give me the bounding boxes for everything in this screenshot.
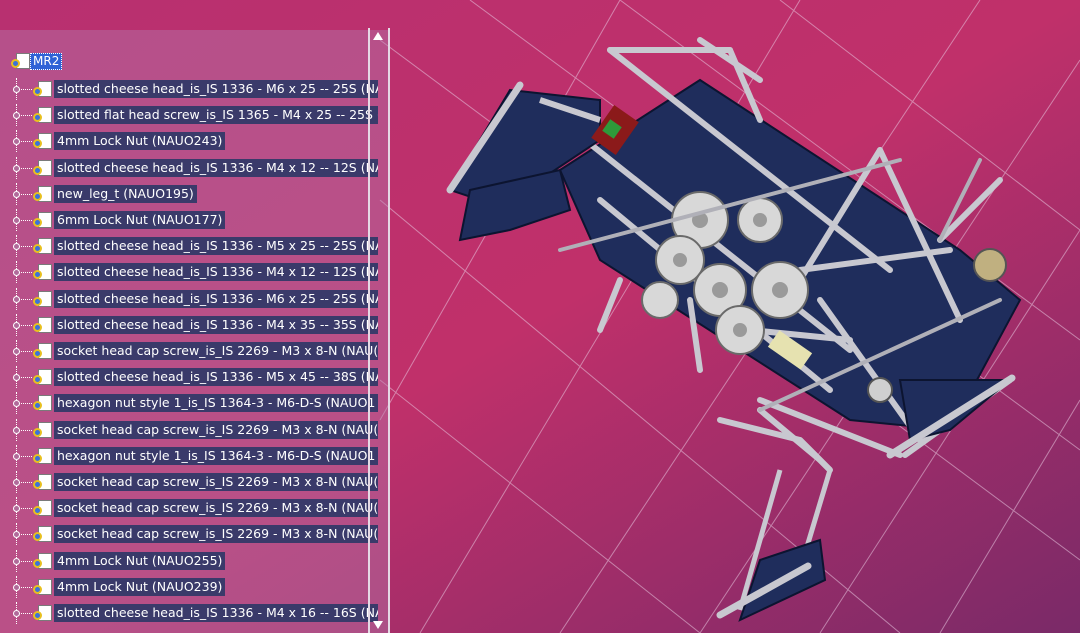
tree-item[interactable]: socket head cap screw_is_IS 2269 - M3 x …: [10, 340, 378, 362]
tree-branch-connector: [10, 183, 32, 205]
tree-item[interactable]: 6mm Lock Nut (NAUO177): [10, 209, 226, 231]
tree-item[interactable]: socket head cap screw_is_IS 2269 - M3 x …: [10, 471, 378, 493]
part-icon: [32, 394, 52, 412]
tree-scrollbar[interactable]: [368, 28, 390, 633]
part-icon: [32, 132, 52, 150]
tree-branch-connector: [10, 471, 32, 493]
tree-branch-connector: [10, 235, 32, 257]
tree-item-label[interactable]: slotted cheese head_is_IS 1336 - M5 x 45…: [54, 368, 378, 386]
tree-branch-connector: [10, 602, 32, 624]
part-icon: [32, 604, 52, 622]
tree-item-label[interactable]: 4mm Lock Nut (NAUO243): [54, 132, 226, 150]
part-icon: [32, 211, 52, 229]
tree-branch-connector: [10, 314, 32, 336]
tree-item-label[interactable]: 4mm Lock Nut (NAUO255): [54, 552, 226, 570]
part-icon: [32, 578, 52, 596]
scroll-up-arrow-icon[interactable]: [373, 32, 383, 40]
tree-item[interactable]: 4mm Lock Nut (NAUO239): [10, 576, 226, 598]
part-icon: [32, 316, 52, 334]
tree-item[interactable]: hexagon nut style 1_is_IS 1364-3 - M6-D-…: [10, 392, 378, 414]
tree-item[interactable]: slotted cheese head_is_IS 1336 - M6 x 25…: [10, 78, 378, 100]
tree-item-label[interactable]: socket head cap screw_is_IS 2269 - M3 x …: [54, 525, 378, 543]
tree-branch-connector: [10, 523, 32, 545]
part-icon: [32, 342, 52, 360]
tree-item-label[interactable]: slotted cheese head_is_IS 1336 - M4 x 16…: [54, 604, 378, 622]
part-icon: [32, 80, 52, 98]
tree-root[interactable]: MR2: [10, 52, 63, 70]
tree-item[interactable]: socket head cap screw_is_IS 2269 - M3 x …: [10, 497, 378, 519]
tree-item[interactable]: socket head cap screw_is_IS 2269 - M3 x …: [10, 523, 378, 545]
tree-item[interactable]: slotted cheese head_is_IS 1336 - M4 x 35…: [10, 314, 378, 336]
part-icon: [32, 447, 52, 465]
part-icon: [32, 421, 52, 439]
part-icon: [32, 237, 52, 255]
tree-branch-connector: [10, 209, 32, 231]
product-icon: [10, 52, 30, 70]
tree-item[interactable]: slotted cheese head_is_IS 1336 - M4 x 12…: [10, 261, 378, 283]
tree-item-label[interactable]: hexagon nut style 1_is_IS 1364-3 - M6-D-…: [54, 394, 378, 412]
tree-branch-connector: [10, 419, 32, 441]
part-icon: [32, 159, 52, 177]
part-icon: [32, 368, 52, 386]
tree-branch-connector: [10, 261, 32, 283]
tree-branch-connector: [10, 104, 32, 126]
tree-item[interactable]: slotted cheese head_is_IS 1336 - M6 x 25…: [10, 288, 378, 310]
tree-item-label[interactable]: new_leg_t (NAUO195): [54, 185, 197, 203]
tree-root-label[interactable]: MR2: [30, 52, 63, 70]
tree-item-label[interactable]: socket head cap screw_is_IS 2269 - M3 x …: [54, 421, 378, 439]
tree-item[interactable]: socket head cap screw_is_IS 2269 - M3 x …: [10, 419, 378, 441]
tree-item-label[interactable]: slotted cheese head_is_IS 1336 - M6 x 25…: [54, 80, 378, 98]
part-icon: [32, 290, 52, 308]
tree-item-label[interactable]: slotted cheese head_is_IS 1336 - M4 x 35…: [54, 316, 378, 334]
tree-item-label[interactable]: socket head cap screw_is_IS 2269 - M3 x …: [54, 473, 378, 491]
tree-item-label[interactable]: slotted cheese head_is_IS 1336 - M4 x 12…: [54, 159, 378, 177]
tree-item-label[interactable]: slotted cheese head_is_IS 1336 - M6 x 25…: [54, 290, 378, 308]
tree-item[interactable]: slotted cheese head_is_IS 1336 - M4 x 16…: [10, 602, 378, 624]
tree-item[interactable]: hexagon nut style 1_is_IS 1364-3 - M6-D-…: [10, 445, 378, 467]
tree-branch-connector: [10, 340, 32, 362]
part-icon: [32, 525, 52, 543]
tree-item[interactable]: 4mm Lock Nut (NAUO243): [10, 130, 226, 152]
tree-item[interactable]: slotted cheese head_is_IS 1336 - M5 x 45…: [10, 366, 378, 388]
tree-item[interactable]: 4mm Lock Nut (NAUO255): [10, 550, 226, 572]
part-icon: [32, 473, 52, 491]
tree-item[interactable]: slotted flat head screw_is_IS 1365 - M4 …: [10, 104, 378, 126]
tree-item-label[interactable]: hexagon nut style 1_is_IS 1364-3 - M6-D-…: [54, 447, 378, 465]
scroll-down-arrow-icon[interactable]: [373, 621, 383, 629]
tree-branch-connector: [10, 130, 32, 152]
part-icon: [32, 552, 52, 570]
tree-item-label[interactable]: 6mm Lock Nut (NAUO177): [54, 211, 226, 229]
part-icon: [32, 185, 52, 203]
tree-branch-connector: [10, 366, 32, 388]
tree-item-label[interactable]: slotted flat head screw_is_IS 1365 - M4 …: [54, 106, 378, 124]
tree-branch-connector: [10, 157, 32, 179]
part-icon: [32, 499, 52, 517]
tree-item-label[interactable]: slotted cheese head_is_IS 1336 - M5 x 25…: [54, 237, 378, 255]
tree-branch-connector: [10, 78, 32, 100]
tree-item[interactable]: slotted cheese head_is_IS 1336 - M4 x 12…: [10, 157, 378, 179]
part-icon: [32, 263, 52, 281]
tree-item-label[interactable]: 4mm Lock Nut (NAUO239): [54, 578, 226, 596]
tree-item-label[interactable]: socket head cap screw_is_IS 2269 - M3 x …: [54, 342, 378, 360]
tree-item-label[interactable]: socket head cap screw_is_IS 2269 - M3 x …: [54, 499, 378, 517]
tree-branch-connector: [10, 497, 32, 519]
tree-branch-connector: [10, 288, 32, 310]
tree-branch-connector: [10, 550, 32, 572]
tree-branch-connector: [10, 392, 32, 414]
part-icon: [32, 106, 52, 124]
tree-branch-connector: [10, 576, 32, 598]
tree-item[interactable]: new_leg_t (NAUO195): [10, 183, 197, 205]
tree-branch-connector: [10, 445, 32, 467]
tree-item-label[interactable]: slotted cheese head_is_IS 1336 - M4 x 12…: [54, 263, 378, 281]
tree-item[interactable]: slotted cheese head_is_IS 1336 - M5 x 25…: [10, 235, 378, 257]
